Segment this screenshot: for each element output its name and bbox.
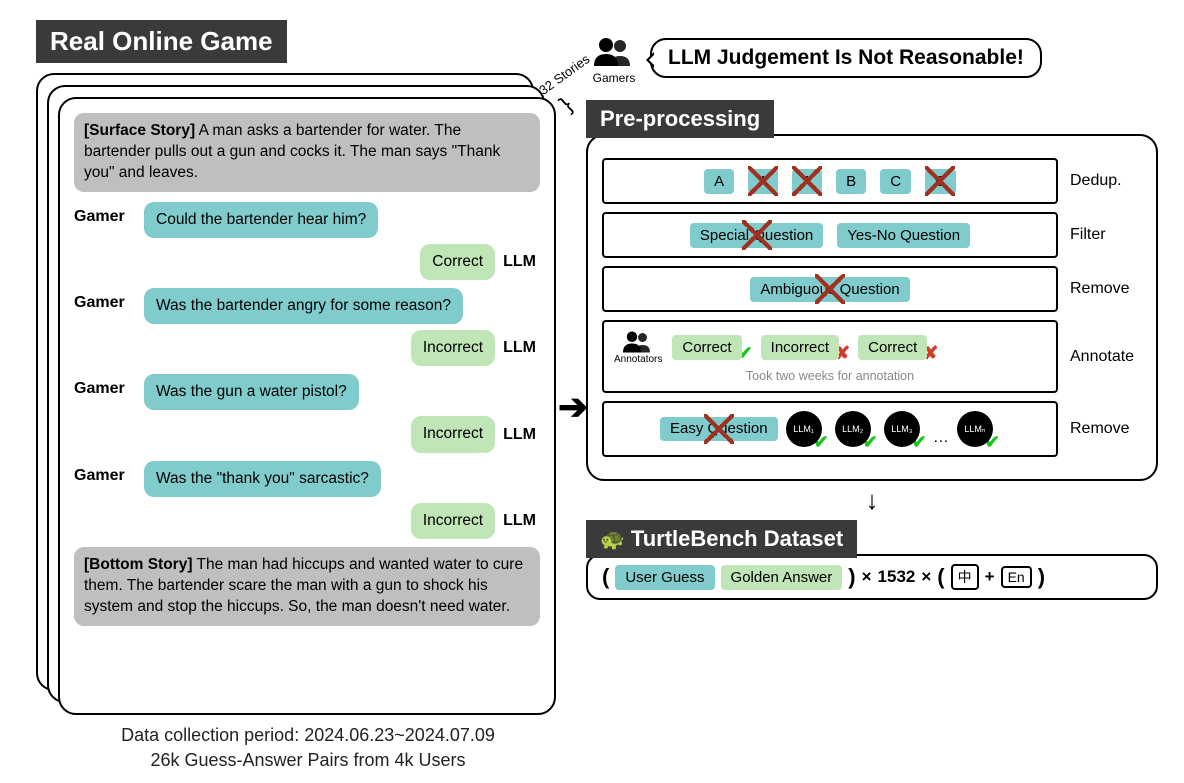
chip-yesno-question: Yes-No Question (837, 223, 970, 248)
llm-label: LLM (503, 426, 540, 444)
answer-bubble: Incorrect (411, 503, 495, 539)
turtle-icon: 🐢 (600, 527, 625, 552)
times-2: × (921, 567, 931, 587)
dedup-chip: A (792, 169, 822, 194)
bottom-label: [Bottom Story] (84, 556, 193, 573)
card-front: [Surface Story] A man asks a bartender f… (58, 97, 556, 715)
left-panel: Real Online Game ﹜ 32 Stories [Surface S… (36, 20, 556, 713)
arrow-right-icon: ➔ (558, 386, 588, 428)
dedup-label: Dedup. (1070, 172, 1142, 190)
qa-row: Gamer Could the bartender hear him? (74, 202, 540, 238)
open-paren-1: ( (602, 564, 609, 590)
card-stack: ﹜ 32 Stories [Surface Story] A man asks … (36, 73, 556, 713)
chip-easy-question: Easy Question (660, 417, 778, 442)
llm-circle: LLM₁ (786, 411, 822, 447)
speech-bubble: LLM Judgement Is Not Reasonable! (650, 38, 1042, 78)
step-remove-ambiguous: Ambiguous Question Remove (602, 266, 1142, 312)
llm-circle: LLM₂ (835, 411, 871, 447)
llm-label: LLM (503, 253, 540, 271)
question-bubble: Could the bartender hear him? (144, 202, 378, 238)
llm-label: LLM (503, 339, 540, 357)
annotators-label: Annotators (614, 354, 662, 365)
surface-label: [Surface Story] (84, 122, 195, 139)
answer-row: Incorrect LLM (74, 330, 540, 366)
answer-row: Incorrect LLM (74, 503, 540, 539)
open-paren-2: ( (937, 564, 944, 590)
annotate-label: Annotate (1070, 348, 1142, 366)
step-annotate: Annotators Correct✔Incorrect✘Correct✘ To… (602, 320, 1142, 393)
arrow-down-icon: ↓ (586, 485, 1158, 516)
question-bubble: Was the gun a water pistol? (144, 374, 359, 410)
chip-special-question: Special Question (690, 223, 823, 248)
annotation-note: Took two weeks for annotation (614, 369, 1046, 383)
times-1: × (862, 567, 872, 587)
remove2-label: Remove (1070, 420, 1142, 438)
gamers-icon: Gamers (592, 36, 636, 85)
dedup-chip: A (704, 169, 734, 194)
annotate-items: Annotators Correct✔Incorrect✘Correct✘ To… (602, 320, 1058, 393)
step-filter: Special Question Yes-No Question Filter (602, 212, 1142, 258)
qa-row: Gamer Was the "thank you" sarcastic? (74, 461, 540, 497)
annotate-chip: Correct (858, 335, 927, 360)
footer-line-2: 26k Guess-Answer Pairs from 4k Users (58, 748, 558, 773)
llm-circle: LLM₃ (884, 411, 920, 447)
gamer-label: Gamer (74, 202, 136, 226)
dataset-count: 1532 (878, 567, 916, 587)
qa-row: Gamer Was the bartender angry for some re… (74, 288, 540, 324)
bottom-story: [Bottom Story] The man had hiccups and w… (74, 547, 540, 626)
dataset-formula: ( User Guess Golden Answer ) × 1532 × ( … (586, 554, 1158, 600)
question-bubble: Was the "thank you" sarcastic? (144, 461, 381, 497)
left-title: Real Online Game (36, 20, 287, 63)
filter-label: Filter (1070, 226, 1142, 244)
qa-row: Gamer Was the gun a water pistol? (74, 374, 540, 410)
gamer-label: Gamer (74, 288, 136, 312)
gamer-label: Gamer (74, 374, 136, 398)
lang-zh: 中 (951, 564, 979, 590)
answer-bubble: Incorrect (411, 330, 495, 366)
dedup-chip: C (880, 169, 911, 194)
chip-golden-answer: Golden Answer (721, 565, 843, 590)
llm-label: LLM (503, 512, 540, 530)
remove-ambiguous-items: Ambiguous Question (602, 266, 1058, 312)
people-icon (592, 36, 636, 68)
footer-line-1: Data collection period: 2024.06.23~2024.… (58, 723, 558, 748)
remove1-label: Remove (1070, 280, 1142, 298)
filter-items: Special Question Yes-No Question (602, 212, 1058, 258)
gamers-label: Gamers (592, 71, 636, 85)
annotate-chip: Correct (672, 335, 741, 360)
dataset-title: TurtleBench Dataset (631, 526, 843, 552)
lang-en: En (1001, 566, 1032, 588)
close-paren-2: ) (1038, 564, 1045, 590)
dataset-title-bar: 🐢 TurtleBench Dataset (586, 520, 857, 558)
answer-bubble: Correct (420, 244, 495, 280)
gamer-label: Gamer (74, 461, 136, 485)
remove-easy-items: Easy Question LLM₁✔LLM₂✔LLM₃✔…LLMₙ✔ (602, 401, 1058, 457)
dedup-chip: A (748, 169, 778, 194)
question-bubble: Was the bartender angry for some reason? (144, 288, 463, 324)
answer-bubble: Incorrect (411, 416, 495, 452)
right-panel: Gamers LLM Judgement Is Not Reasonable! … (586, 40, 1158, 600)
preprocessing-box: AAABCC Dedup. Special Question Yes-No Qu… (586, 134, 1158, 481)
surface-story: [Surface Story] A man asks a bartender f… (74, 113, 540, 192)
preprocessing-title: Pre-processing (586, 100, 774, 138)
annotate-chip: Incorrect (761, 335, 839, 360)
step-remove-easy: Easy Question LLM₁✔LLM₂✔LLM₃✔…LLMₙ✔ Remo… (602, 401, 1142, 457)
dedup-chip: B (836, 169, 866, 194)
plus-sign: + (985, 567, 995, 587)
llm-circle: LLMₙ (957, 411, 993, 447)
ellipsis-icon: … (933, 429, 951, 447)
annotators-icon: Annotators (614, 330, 662, 365)
step-dedup: AAABCC Dedup. (602, 158, 1142, 204)
answer-row: Correct LLM (74, 244, 540, 280)
dedup-items: AAABCC (602, 158, 1058, 204)
footer: Data collection period: 2024.06.23~2024.… (58, 723, 558, 773)
dedup-chip: C (925, 169, 956, 194)
chip-ambiguous-question: Ambiguous Question (750, 277, 909, 302)
chip-user-guess: User Guess (615, 565, 714, 590)
answer-row: Incorrect LLM (74, 416, 540, 452)
close-paren-1: ) (848, 564, 855, 590)
